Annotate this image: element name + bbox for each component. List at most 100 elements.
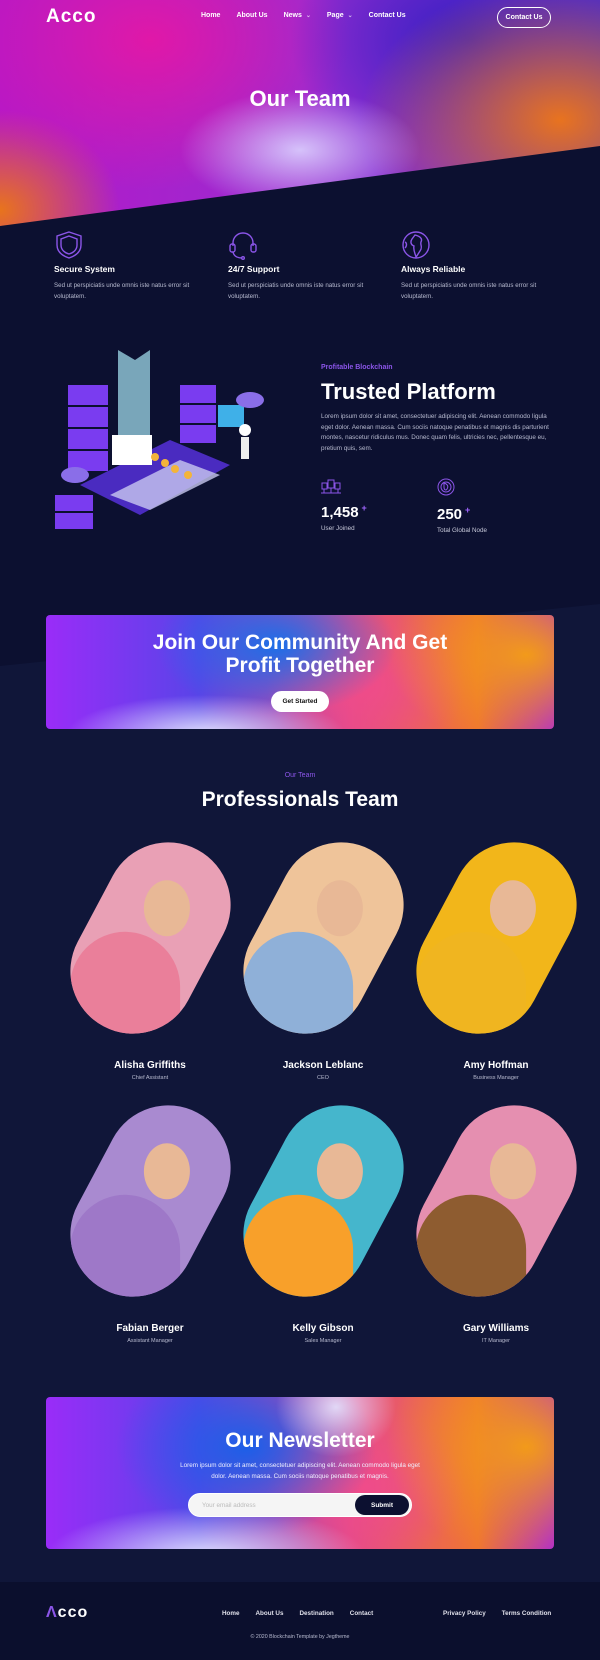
member-photo (393, 1083, 599, 1319)
feature-support: 24/7 Support Sed ut perspiciatis unde om… (228, 230, 388, 302)
footer-link-about[interactable]: About Us (256, 1610, 284, 1617)
member-photo (393, 820, 599, 1056)
feature-text: Sed ut perspiciatis unde omnis iste natu… (401, 282, 537, 300)
member-role: Assistant Manager (127, 1338, 173, 1344)
team-member-card: Gary Williams IT Manager (393, 1083, 599, 1344)
nav-about[interactable]: About Us (236, 12, 267, 19)
nav-page-label: Page (326, 12, 344, 19)
footer-link-contact[interactable]: Contact (350, 1610, 373, 1617)
platform-kicker: Profitable Blockchain (321, 364, 393, 371)
get-started-button[interactable]: Get Started (271, 691, 329, 712)
stat-value: 1,458 + (321, 503, 367, 521)
member-body (69, 931, 180, 1042)
community-cta-banner: Join Our Community And Get Profit Togeth… (46, 615, 554, 729)
stat-label: Total Global Node (437, 527, 488, 534)
privacy-policy-link[interactable]: Privacy Policy (443, 1610, 486, 1617)
footer (0, 1582, 600, 1660)
newsletter-text: Lorem ipsum dolor sit amet, consectetuer… (180, 1462, 420, 1480)
chevron-down-icon: ⌄ (347, 13, 353, 19)
member-head (316, 1143, 363, 1200)
member-body (415, 931, 526, 1042)
member-body (242, 931, 353, 1042)
global-node-icon (437, 478, 455, 496)
nav-contact[interactable]: Contact Us (369, 12, 406, 19)
shield-icon (56, 231, 82, 259)
feature-title: Secure System (54, 264, 115, 274)
stat-number: 250 (437, 506, 463, 523)
platform-title: Trusted Platform (321, 379, 496, 404)
member-role: CEO (317, 1075, 329, 1081)
nav-news-label: News (283, 12, 302, 19)
member-name: Gary Williams (462, 1323, 530, 1334)
stat-suffix: + (465, 505, 471, 515)
platform-description: Lorem ipsum dolor sit amet, consectetuer… (321, 413, 549, 452)
email-input[interactable] (202, 1501, 342, 1509)
member-role: Sales Manager (304, 1338, 342, 1344)
member-name: Jackson Leblanc (282, 1060, 364, 1071)
submit-button[interactable]: Submit (355, 1495, 409, 1515)
stat-value: 250 + (437, 505, 487, 523)
contact-us-button[interactable]: Contact Us (497, 7, 551, 28)
page-title: Our Team (249, 86, 351, 111)
member-role: Chief Assistant (131, 1075, 169, 1081)
nav-page[interactable]: Page ⌄ (327, 12, 353, 19)
stat-nodes: 250 + Total Global Node (437, 478, 487, 534)
nav-news[interactable]: News ⌄ (284, 12, 311, 19)
feature-text: Sed ut perspiciatis unde omnis iste natu… (54, 282, 190, 300)
footer-link-home[interactable]: Home (222, 1610, 240, 1617)
member-head (489, 1143, 536, 1200)
member-body (242, 1194, 353, 1305)
member-photo (220, 820, 426, 1056)
member-name: Kelly Gibson (292, 1323, 354, 1334)
footer-logo[interactable]: Λcco (46, 1604, 88, 1622)
feature-text: Sed ut perspiciatis unde omnis iste natu… (228, 282, 364, 300)
feature-secure: Secure System Sed ut perspiciatis unde o… (54, 230, 214, 302)
member-head (316, 880, 363, 937)
terms-link[interactable]: Terms Condition (502, 1610, 552, 1617)
cta-title: Join Our Community And Get Profit Togeth… (152, 631, 448, 677)
stat-suffix: + (361, 503, 367, 513)
footer-nav: Home About Us Destination Contact (222, 1610, 373, 1617)
blockchain-illustration (55, 350, 264, 529)
member-head (489, 880, 536, 937)
member-role: Business Manager (473, 1075, 519, 1081)
feature-title: Always Reliable (401, 264, 466, 274)
team-member-card: Fabian Berger Assistant Manager (47, 1083, 253, 1344)
member-photo (47, 1083, 253, 1319)
newsletter-form: Submit (188, 1493, 412, 1517)
main-nav: Home About Us News ⌄ Page ⌄ Contact Us (201, 12, 406, 19)
member-role: IT Manager (481, 1338, 511, 1344)
footer-link-destination[interactable]: Destination (299, 1610, 333, 1617)
headset-icon (229, 232, 257, 260)
member-name: Fabian Berger (116, 1323, 184, 1334)
nav-home[interactable]: Home (201, 12, 220, 19)
globe-icon (402, 231, 430, 259)
users-icon (321, 479, 341, 494)
team-member-card: Jackson Leblanc CEO (220, 820, 426, 1081)
logo-mark: Λ (46, 1604, 58, 1621)
member-photo (220, 1083, 426, 1319)
member-name: Alisha Griffiths (114, 1060, 186, 1071)
stat-users: 1,458 + User Joined (321, 478, 367, 532)
logo-text: cco (57, 1604, 89, 1621)
newsletter-section: Our Newsletter Lorem ipsum dolor sit ame… (46, 1397, 554, 1549)
team-member-card: Amy Hoffman Business Manager (393, 820, 599, 1081)
member-head (143, 1143, 190, 1200)
stat-label: User Joined (321, 525, 355, 532)
footer-legal: Privacy Policy Terms Condition (443, 1610, 551, 1617)
feature-reliable: Always Reliable Sed ut perspiciatis unde… (401, 230, 561, 302)
team-title: Professionals Team (201, 788, 399, 811)
stat-number: 1,458 (321, 504, 359, 521)
copyright: © 2020 Blockchain Template by Jegtheme (250, 1634, 350, 1640)
chevron-down-icon: ⌄ (305, 13, 311, 19)
member-body (415, 1194, 526, 1305)
logo[interactable]: Acco (46, 6, 96, 28)
member-body (69, 1194, 180, 1305)
team-member-card: Alisha Griffiths Chief Assistant (47, 820, 253, 1081)
team-kicker: Our Team (284, 772, 316, 779)
team-member-card: Kelly Gibson Sales Manager (220, 1083, 426, 1344)
member-head (143, 880, 190, 937)
feature-title: 24/7 Support (228, 264, 280, 274)
newsletter-title: Our Newsletter (225, 1429, 375, 1452)
member-photo (47, 820, 253, 1056)
